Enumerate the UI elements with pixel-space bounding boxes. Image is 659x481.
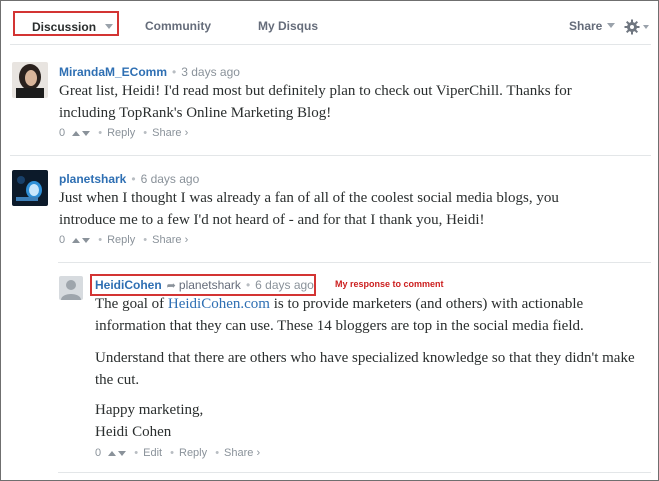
- share-menu-label: Share: [569, 19, 603, 33]
- downvote-icon[interactable]: [82, 130, 91, 136]
- comment-divider: [58, 262, 651, 263]
- comment-meta: MirandaM_EComm • 3 days ago: [59, 65, 240, 79]
- comment-actions: 0 • Reply • Share ›: [59, 127, 188, 139]
- annotation-label: My response to comment: [335, 279, 444, 289]
- comment-time[interactable]: 6 days ago: [255, 278, 314, 292]
- comment-time[interactable]: 6 days ago: [141, 172, 200, 186]
- comment-author[interactable]: planetshark: [59, 172, 126, 186]
- downvote-icon[interactable]: [118, 450, 127, 456]
- body-text: The goal of: [95, 296, 168, 312]
- avatar[interactable]: [59, 276, 83, 300]
- reply-button[interactable]: Reply: [107, 127, 135, 139]
- comment-divider: [10, 155, 651, 156]
- comment-time[interactable]: 3 days ago: [181, 65, 240, 79]
- comment-actions: 0 • Reply • Share ›: [59, 234, 188, 246]
- vote-count: 0: [95, 447, 102, 459]
- site-link[interactable]: HeidiCohen.com: [168, 296, 270, 312]
- comment-body: The goal of HeidiCohen.com is to provide…: [95, 293, 615, 337]
- action-separator: •: [98, 127, 103, 139]
- upvote-icon[interactable]: [72, 237, 81, 243]
- edit-button[interactable]: Edit: [143, 447, 162, 459]
- comment-author[interactable]: HeidiCohen: [95, 278, 162, 292]
- comment-signature: Heidi Cohen: [95, 424, 172, 440]
- meta-separator: •: [245, 278, 251, 292]
- meta-separator: •: [131, 172, 136, 186]
- comment-meta: planetshark • 6 days ago: [59, 172, 199, 186]
- share-menu-button[interactable]: Share: [569, 19, 616, 33]
- chevron-down-icon: [105, 24, 114, 29]
- comment-actions: 0 • Edit • Reply • Share ›: [95, 447, 260, 459]
- action-separator: •: [134, 447, 139, 459]
- tab-discussion[interactable]: Discussion: [13, 11, 119, 36]
- comment-paragraph: Understand that there are others who hav…: [95, 350, 635, 388]
- reply-button[interactable]: Reply: [179, 447, 207, 459]
- comment-meta: HeidiCohen ➦ planetshark • 6 days ago: [95, 278, 314, 292]
- share-button[interactable]: Share ›: [152, 234, 188, 246]
- upvote-icon[interactable]: [108, 450, 117, 456]
- tab-community[interactable]: Community: [145, 19, 211, 33]
- avatar[interactable]: [12, 62, 48, 98]
- upvote-icon[interactable]: [72, 130, 81, 136]
- meta-separator: •: [172, 65, 177, 79]
- nav-divider: [10, 44, 651, 45]
- comment-body: Just when I thought I was already a fan …: [59, 190, 559, 228]
- action-separator: •: [98, 234, 103, 246]
- disqus-nav: Discussion Community My Disqus Share: [0, 0, 659, 46]
- tab-my-disqus[interactable]: My Disqus: [258, 19, 318, 33]
- reply-button[interactable]: Reply: [107, 234, 135, 246]
- comment-author[interactable]: MirandaM_EComm: [59, 65, 167, 79]
- action-separator: •: [215, 447, 220, 459]
- comment-body: Great list, Heidi! I'd read most but def…: [59, 83, 572, 121]
- action-separator: •: [143, 127, 148, 139]
- comment-signoff: Happy marketing,: [95, 402, 204, 418]
- reply-to-user[interactable]: planetshark: [179, 278, 241, 292]
- chevron-down-icon: [607, 23, 616, 28]
- comment-divider: [58, 472, 651, 473]
- action-separator: •: [143, 234, 148, 246]
- share-button[interactable]: Share ›: [224, 447, 260, 459]
- share-button[interactable]: Share ›: [152, 127, 188, 139]
- reply-arrow-icon: ➦: [166, 280, 176, 292]
- vote-count: 0: [59, 234, 66, 246]
- action-separator: •: [170, 447, 174, 459]
- tab-discussion-label: Discussion: [32, 20, 97, 34]
- vote-count: 0: [59, 127, 66, 139]
- downvote-icon[interactable]: [82, 237, 91, 243]
- avatar[interactable]: [12, 170, 48, 206]
- gear-icon[interactable]: [624, 18, 650, 36]
